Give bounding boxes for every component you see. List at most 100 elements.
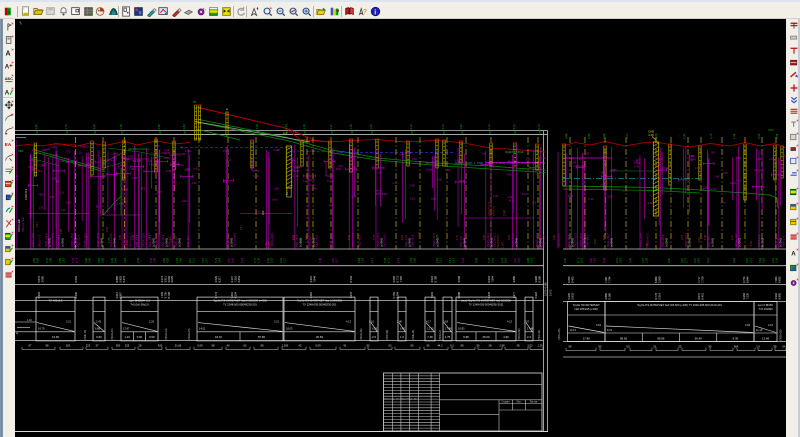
svg-text:В-3: В-3 — [181, 146, 186, 149]
svg-text:2,63: 2,63 — [61, 257, 65, 263]
svg-text:Т=0.16х600: Т=0.16х600 — [758, 307, 773, 311]
svg-text:2.49: 2.49 — [185, 169, 190, 172]
svg-text:1.85: 1.85 — [181, 153, 186, 156]
svg-text:8.217: 8.217 — [217, 275, 221, 282]
svg-text:ПК6+37.3: ПК6+37.3 — [404, 234, 408, 247]
svg-text:2.05: 2.05 — [758, 169, 763, 172]
svg-text:3.364: 3.364 — [742, 292, 746, 299]
svg-text:5.98: 5.98 — [463, 335, 469, 339]
svg-text:0,88: 0,88 — [357, 257, 361, 263]
svg-text:В-3: В-3 — [532, 201, 537, 204]
svg-text:7.061: 7.061 — [604, 276, 608, 283]
svg-text:6.86: 6.86 — [95, 327, 101, 331]
svg-text:0.40: 0.40 — [648, 202, 653, 205]
svg-text:1.75: 1.75 — [445, 335, 451, 339]
svg-text:1.10: 1.10 — [124, 335, 130, 339]
svg-text:1.10: 1.10 — [45, 148, 50, 151]
svg-text:4.866: 4.866 — [512, 275, 516, 282]
svg-text:ПК24+8.1: ПК24+8.1 — [757, 234, 761, 247]
svg-text:В-3: В-3 — [754, 169, 759, 172]
svg-text:3,87: 3,87 — [680, 257, 684, 263]
svg-text:5.075: 5.075 — [549, 289, 553, 296]
svg-text:18.03: 18.03 — [286, 327, 293, 331]
svg-text:87.86: 87.86 — [258, 335, 265, 339]
svg-text:3.68: 3.68 — [157, 124, 161, 130]
svg-text:44.2: 44.2 — [437, 343, 443, 347]
svg-text:1.9: 1.9 — [400, 335, 404, 339]
svg-text:(+2000): (+2000) — [738, 238, 742, 247]
svg-text:(ПК18+70): (ПК18+70) — [188, 328, 191, 340]
svg-text:1.75: 1.75 — [456, 235, 459, 240]
svg-text:0,88: 0,88 — [100, 257, 104, 263]
svg-text:2.49: 2.49 — [312, 187, 317, 190]
svg-text:2,37: 2,37 — [282, 257, 286, 263]
svg-text:2.40: 2.40 — [397, 320, 403, 324]
svg-text:щит 0 ВОЛС: щит 0 ВОЛС — [758, 303, 773, 307]
svg-text:2,12: 2,12 — [748, 257, 752, 263]
svg-text:2.05: 2.05 — [33, 161, 38, 164]
svg-text:0.54: 0.54 — [596, 323, 602, 327]
svg-text:7.708: 7.708 — [700, 276, 704, 283]
svg-text:НАПОРНАЯ КАН.: НАПОРНАЯ КАН. — [128, 147, 149, 151]
svg-text:5.679: 5.679 — [37, 275, 41, 282]
svg-text:2.05: 2.05 — [338, 165, 343, 168]
svg-text:ПК21+7.7: ПК21+7.7 — [38, 234, 42, 247]
svg-text:(ПК13+59): (ПК13+59) — [518, 328, 521, 340]
svg-text:12.15: 12.15 — [427, 327, 434, 331]
svg-text:5.508: 5.508 — [657, 276, 661, 283]
svg-text:1,63: 1,63 — [360, 257, 364, 263]
svg-text:91: 91 — [344, 343, 347, 347]
svg-text:2.02: 2.02 — [527, 343, 533, 347]
svg-text:L=10: L=10 — [293, 175, 299, 178]
svg-text:6.59: 6.59 — [603, 235, 606, 240]
svg-text:1.10: 1.10 — [50, 146, 55, 149]
svg-text:17.48: 17.48 — [527, 327, 534, 331]
svg-text:2,402: 2,402 — [264, 241, 268, 248]
svg-text:В-3: В-3 — [56, 180, 61, 183]
svg-text:1.10: 1.10 — [162, 152, 167, 155]
svg-text:3,93: 3,93 — [490, 257, 494, 263]
svg-text:3.12: 3.12 — [409, 124, 413, 130]
svg-text:КАБЕЛЬ: КАБЕЛЬ — [493, 206, 496, 216]
svg-text:1.10: 1.10 — [303, 180, 308, 183]
svg-text:36.49: 36.49 — [695, 336, 702, 340]
svg-text:1.85: 1.85 — [59, 160, 64, 163]
svg-text:18.10: 18.10 — [215, 335, 222, 339]
svg-text:В-3: В-3 — [141, 187, 146, 190]
svg-text:0.40: 0.40 — [393, 182, 398, 185]
svg-text:0,4кВ: 0,4кВ — [117, 202, 124, 205]
svg-text:0.51: 0.51 — [369, 320, 375, 324]
svg-text:ТУ 2248-005-50049230-201: ТУ 2248-005-50049230-201 — [303, 303, 337, 307]
svg-text:020: 020 — [116, 343, 121, 347]
svg-text:ПК20+25.8: ПК20+25.8 — [376, 233, 380, 247]
svg-text:3,21: 3,21 — [513, 257, 517, 263]
svg-text:7.784: 7.784 — [607, 276, 611, 283]
svg-text:3.996: 3.996 — [534, 275, 538, 282]
svg-text:3.79: 3.79 — [418, 232, 421, 237]
svg-text:2,80: 2,80 — [412, 257, 416, 263]
svg-text:1.23: 1.23 — [625, 133, 629, 139]
svg-text:1.59: 1.59 — [732, 133, 736, 139]
svg-text:1.35: 1.35 — [349, 124, 353, 130]
svg-text:0.40: 0.40 — [290, 160, 295, 163]
svg-text:1.19: 1.19 — [302, 124, 306, 130]
svg-text:5.88: 5.88 — [602, 133, 606, 139]
svg-text:0.40: 0.40 — [721, 202, 726, 205]
svg-text:A: A — [5, 90, 10, 97]
svg-text:26.84: 26.84 — [316, 335, 323, 339]
svg-text:5.918: 5.918 — [534, 291, 538, 298]
svg-text:5.35: 5.35 — [483, 235, 486, 240]
svg-text:В-3: В-3 — [460, 180, 465, 183]
svg-text:ПК17+83.4: ПК17+83.4 — [684, 233, 688, 247]
svg-text:4.13: 4.13 — [346, 320, 352, 324]
svg-text:(+2000): (+2000) — [711, 238, 715, 247]
svg-text:2.83: 2.83 — [182, 124, 186, 130]
svg-text:1.020: 1.020 — [282, 343, 289, 347]
svg-text:0.40: 0.40 — [601, 172, 606, 175]
svg-text:ПК28+89.8: ПК28+89.8 — [579, 233, 583, 247]
svg-text:13.48: 13.48 — [762, 336, 769, 340]
svg-text:5.43: 5.43 — [86, 235, 89, 240]
svg-text:1.10: 1.10 — [530, 149, 535, 152]
svg-text:3,94: 3,94 — [113, 257, 117, 263]
svg-text:8.798: 8.798 — [167, 291, 171, 298]
